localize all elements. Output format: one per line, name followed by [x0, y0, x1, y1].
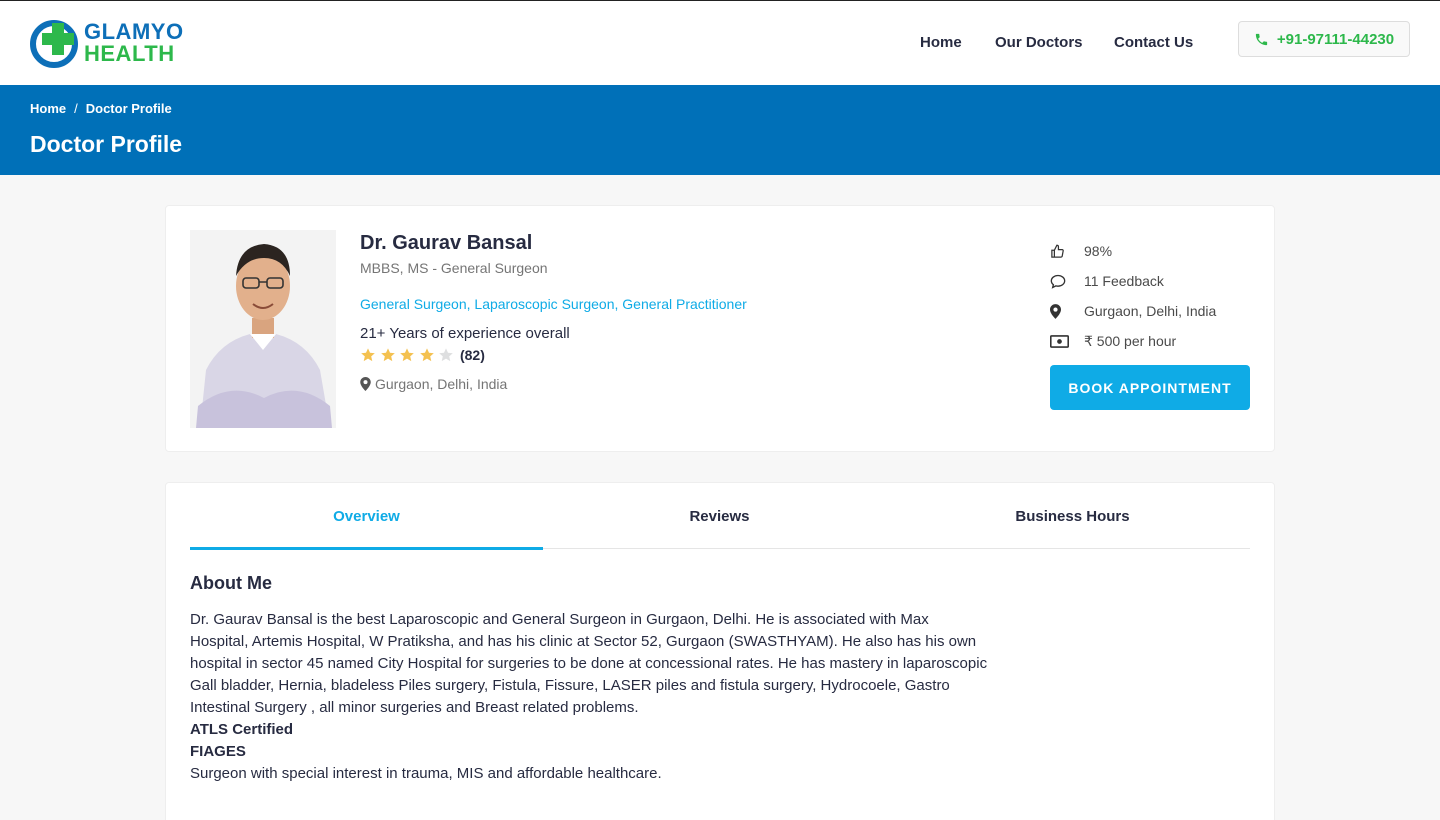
money-bill-icon — [1050, 334, 1084, 348]
star-filled-icon — [419, 348, 434, 362]
detail-tabs: Overview Reviews Business Hours — [190, 483, 1250, 550]
doctor-profile-card: Dr. Gaurav Bansal MBBS, MS - General Sur… — [165, 205, 1275, 452]
thumbs-up-icon — [1050, 244, 1084, 259]
nav-contact-us-link[interactable]: Contact Us — [1114, 34, 1193, 51]
about-closing: Surgeon with special interest in trauma,… — [190, 765, 662, 782]
star-filled-icon — [400, 348, 414, 362]
page-title: Doctor Profile — [30, 131, 183, 157]
site-header: GLAMYO HEALTH Home Our Doctors Contact U… — [0, 0, 1440, 85]
certification-fiages: FIAGES — [190, 743, 246, 760]
map-marker-icon — [1050, 303, 1084, 319]
doctor-degree: MBBS, MS - General Surgeon — [360, 260, 548, 276]
map-marker-icon — [360, 377, 371, 391]
star-empty-icon — [439, 348, 454, 362]
rating-count: (82) — [459, 347, 485, 363]
phone-button[interactable]: +91-97111-44230 — [1238, 21, 1410, 57]
breadcrumb: Home / Doctor Profile — [30, 101, 172, 116]
about-title: About Me — [190, 573, 272, 593]
brand-name-line2: HEALTH — [84, 41, 175, 66]
nav-home-link[interactable]: Home — [920, 34, 962, 51]
tab-overview[interactable]: Overview — [190, 483, 543, 550]
doctor-rating: (82) — [360, 347, 485, 363]
stat-feedback-text: 11 Feedback — [1084, 273, 1164, 289]
medical-cross-icon — [30, 18, 80, 68]
breadcrumb-bar: Home / Doctor Profile Doctor Profile — [0, 85, 1440, 175]
breadcrumb-separator: / — [74, 101, 78, 116]
comment-icon — [1050, 274, 1084, 289]
about-paragraph: Dr. Gaurav Bansal is the best Laparoscop… — [190, 611, 988, 716]
stat-feedback: 11 Feedback — [1050, 266, 1216, 296]
stat-location-text: Gurgaon, Delhi, India — [1084, 303, 1217, 319]
stat-likes-text: 98% — [1084, 243, 1113, 259]
doctor-stats: 98% 11 Feedback Gurgaon, Delhi, India ₹ … — [1050, 236, 1216, 356]
certification-atls: ATLS Certified — [190, 721, 294, 738]
phone-icon — [1255, 33, 1268, 45]
doctor-name: Dr. Gaurav Bansal — [360, 232, 533, 254]
stat-likes: 98% — [1050, 236, 1216, 266]
tab-business-hours[interactable]: Business Hours — [896, 483, 1249, 549]
breadcrumb-current: Doctor Profile — [85, 101, 172, 116]
phone-number: +91-97111-44230 — [1276, 30, 1395, 48]
brand-logo[interactable]: GLAMYO HEALTH — [30, 18, 184, 68]
about-text: Dr. Gaurav Bansal is the best Laparoscop… — [190, 609, 990, 785]
stat-location: Gurgaon, Delhi, India — [1050, 296, 1216, 326]
tab-reviews[interactable]: Reviews — [543, 483, 896, 549]
doctor-experience: 21+ Years of experience overall — [360, 325, 570, 342]
doctor-specialities[interactable]: General Surgeon, Laparoscopic Surgeon, G… — [360, 296, 747, 312]
breadcrumb-home-link[interactable]: Home — [30, 101, 66, 116]
star-filled-icon — [380, 348, 395, 362]
doctor-location-text: Gurgaon, Delhi, India — [375, 376, 508, 392]
nav-our-doctors-link[interactable]: Our Doctors — [995, 34, 1083, 51]
stat-fee-text: ₹ 500 per hour — [1084, 332, 1177, 349]
stat-fee: ₹ 500 per hour — [1050, 326, 1216, 356]
doctor-location: Gurgaon, Delhi, India — [360, 376, 507, 392]
star-filled-icon — [361, 348, 375, 362]
doctor-details-card: Overview Reviews Business Hours About Me… — [165, 482, 1275, 820]
brand-name-line1: GLAMYO — [84, 19, 184, 44]
book-appointment-button[interactable]: BOOK APPOINTMENT — [1050, 365, 1250, 410]
doctor-photo — [190, 230, 336, 428]
